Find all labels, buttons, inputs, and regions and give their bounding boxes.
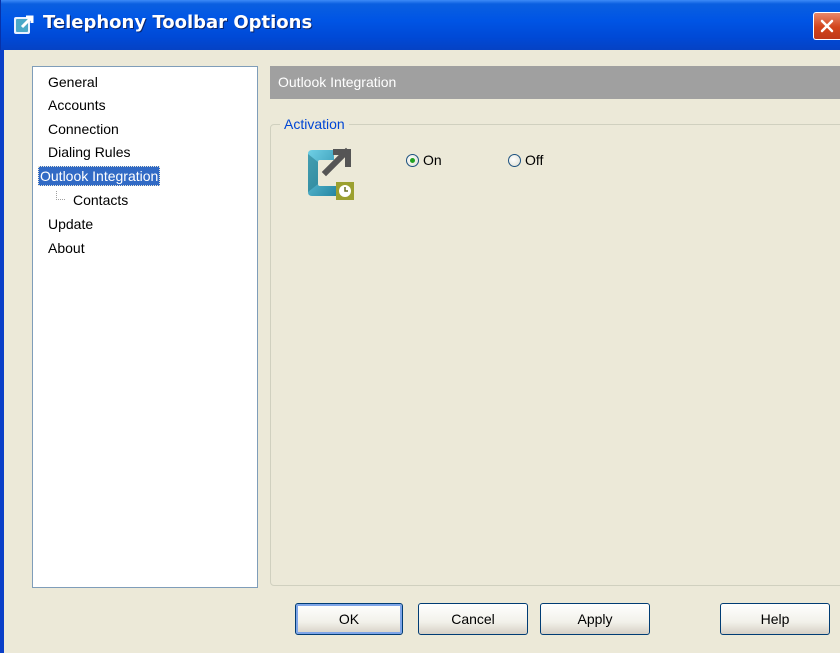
close-button[interactable] [813, 12, 840, 40]
title-bar[interactable]: Telephony Toolbar Options [0, 0, 840, 50]
ok-button[interactable]: OK [295, 603, 403, 635]
close-icon [820, 19, 834, 33]
outlook-integration-icon [308, 147, 354, 200]
radio-checked-icon[interactable] [406, 153, 419, 167]
tree-item-dialing-rules[interactable]: Dialing Rules [46, 142, 132, 162]
activation-group-label: Activation [280, 116, 349, 132]
cancel-button[interactable]: Cancel [418, 603, 528, 635]
options-dialog: Telephony Toolbar Options General Accoun… [0, 0, 840, 653]
section-header: Outlook Integration [270, 66, 840, 99]
radio-unchecked-icon[interactable] [508, 153, 521, 167]
apply-button[interactable]: Apply [540, 603, 650, 635]
window-title: Telephony Toolbar Options [43, 12, 313, 33]
tree-connector-line [56, 191, 65, 200]
tree-item-general[interactable]: General [46, 72, 100, 92]
window-frame [0, 50, 4, 653]
tree-item-about[interactable]: About [46, 238, 87, 258]
tree-item-update[interactable]: Update [46, 214, 95, 234]
activation-on-radio[interactable]: On [406, 150, 442, 170]
tree-item-accounts[interactable]: Accounts [46, 95, 108, 115]
radio-on-label[interactable]: On [423, 152, 442, 168]
tree-item-outlook-integration[interactable]: Outlook Integration [38, 166, 161, 186]
tree-item-contacts[interactable]: Contacts [71, 190, 130, 210]
radio-off-label[interactable]: Off [525, 152, 543, 168]
options-tree[interactable]: General Accounts Connection Dialing Rule… [32, 66, 258, 588]
activation-off-radio[interactable]: Off [508, 150, 543, 170]
tree-item-connection[interactable]: Connection [46, 119, 121, 139]
telephony-app-icon [14, 15, 34, 34]
help-button[interactable]: Help [720, 603, 830, 635]
